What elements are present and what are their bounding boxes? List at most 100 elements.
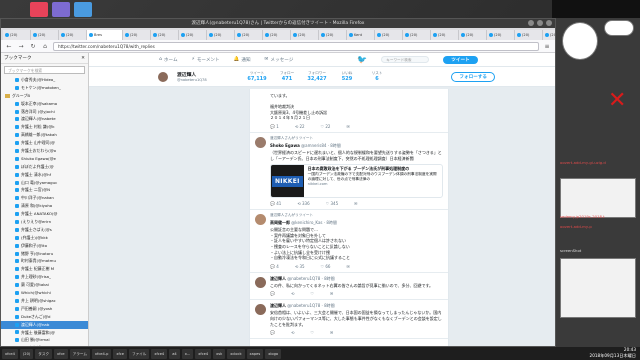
message-icon[interactable]: ✉ [354,201,357,206]
avatar[interactable] [255,304,266,316]
bookmark-item[interactable]: (弁護士)(@kkk [1,234,88,242]
browser-tab[interactable]: (20) [459,30,487,40]
bookmark-item[interactable]: 弁護士 山中理司(@ [1,139,88,147]
reply-button[interactable]: 💬 [270,291,275,296]
profile-stat[interactable]: フォロワー 32,427 [305,71,329,82]
taskbar-item[interactable]: ファイル [128,348,150,359]
forward-arrow-icon[interactable]: → [17,43,25,50]
window-titlebar[interactable]: 渡辺輝人(@nabeteru1Q78)さん | Twitterからの返信付きツイ… [1,19,555,28]
taskbar-item[interactable]: xclock [227,348,245,359]
tweet[interactable]: ています。 福井地裁判決 大飯原発3、4号機差し止め訴訟 ２０１４年５月２１日 💬… [250,89,448,133]
browser-tab[interactable]: (20) [235,30,263,40]
retweet-button[interactable]: ⟲ 22 [295,124,305,129]
browser-tab[interactable]: (20) [291,30,319,40]
bookmark-item[interactable]: 山田 勝(@trmal [1,336,88,344]
taskbar-item[interactable]: xapes [246,348,264,359]
url-bar[interactable]: https://twitter.com/nabeteru1Q78/with_re… [53,41,539,51]
bookmark-item[interactable]: (えりえり@erirn [1,218,88,226]
profile-stat[interactable]: いいね 529 [335,71,359,82]
nav-moments[interactable]: ⚡ モーメント [192,57,220,63]
like-button[interactable]: ♡ 22 [321,124,331,129]
browser-tab[interactable]: (20) [263,30,291,40]
profile-stat[interactable]: ツイート 67,119 [245,71,269,82]
avatar[interactable] [255,214,266,226]
bookmark-item[interactable]: 蘭 可愛(@takai [1,281,88,289]
terminal-icon[interactable] [74,2,92,17]
bookmark-item[interactable]: 伊藤和子(@ito [1,242,88,250]
bookmark-search-input[interactable]: ブックマークを検索 [4,66,85,74]
right-panel-link[interactable]: screenShot [556,248,640,253]
bookmark-item[interactable]: Dukeさんご(@d [1,313,88,321]
folder-icon[interactable] [30,2,48,17]
tweet-author[interactable]: 渡辺輝人 [270,276,286,281]
profile-stat[interactable]: リスト 6 [365,71,389,82]
follow-button[interactable]: フォローする [451,72,495,82]
retweet-button[interactable]: ⟲ 336 [297,201,309,206]
bookmark-item[interactable]: 小倉秀夫(@Hideo_ [1,76,88,84]
bookmark-item[interactable]: 弁護士 紀藤正樹 M [1,265,88,273]
browser-tab[interactable]: (20) [123,30,151,40]
twitter-search-input[interactable]: キーワード検索 [381,56,430,63]
browser-tab[interactable]: (20) [179,30,207,40]
right-panel-link[interactable]: oovert-add-my-p [556,224,640,229]
tweet-author[interactable]: Shoko Egawa [270,143,300,148]
taskbar-item[interactable]: (20) [19,348,34,359]
avatar[interactable] [255,136,266,148]
bookmark-item[interactable]: 弁護士 村松 謙(@k [1,123,88,131]
tweet[interactable]: 渡辺輝人さんがリツイート Shoko Egawa @amneris84 · 8時間… [250,133,448,211]
bookmark-item[interactable]: 弁護士 二宮(@N [1,186,88,194]
bookmark-item[interactable]: Which(@whichi [1,289,88,297]
message-icon[interactable]: ✉ [346,124,349,129]
bookmark-item[interactable]: 戸田善嗣 (@yosh [1,305,88,313]
taskbar-item[interactable]: アラーム [69,348,90,359]
bookmark-item[interactable]: 清原 和(@kiyoha [1,202,88,210]
home-icon[interactable]: ⌂ [41,43,49,50]
profile-stat[interactable]: フォロー 471 [275,71,299,82]
tweet-button[interactable]: ツイート [443,55,478,64]
reply-button[interactable]: 💬 [270,330,275,335]
browser-tab[interactable]: (20) [375,30,403,40]
tweet[interactable]: 渡辺輝人 @nabeteru1Q78 · 8時間 この件、私に向かってくるネット右… [250,273,448,301]
bookmark-item[interactable]: 渡辺輝人(@nabete [1,115,88,123]
bookmark-item[interactable]: 町村泰貴(@matmu [1,257,88,265]
browser-tab[interactable]: Kent [347,30,375,40]
bookmark-item[interactable]: 渡辺輝人(@nab [1,320,88,329]
taskbar-item[interactable]: xfce4 [151,348,168,359]
bookmark-item[interactable]: モトケン(@motoken_ [1,84,88,92]
taskbar-item[interactable]: タスク [35,348,53,359]
browser-tab[interactable]: (20) [207,30,235,40]
profile-name[interactable]: 渡辺輝人 @nabeteru1Q78 [177,71,237,82]
back-arrow-icon[interactable]: ← [5,43,13,50]
tweet-author[interactable]: 渡辺輝人 [270,303,286,308]
taskbar-item[interactable]: xsk [213,348,226,359]
bookmark-item[interactable]: 高橋雄一郎(@takah [1,131,88,139]
message-icon[interactable]: ✉ [330,291,333,296]
browser-tab[interactable]: (20) [487,30,515,40]
bookmark-item[interactable]: 山口 竜(@yamaguc [1,179,88,187]
close-button[interactable] [546,20,552,26]
browser-tab[interactable]: (20) [151,30,179,40]
tweet[interactable]: 渡辺輝人 @nabeteru1Q78 · 8時間 安倍首相は、いよいよ、三大会と開… [250,300,448,340]
link-card[interactable]: NIKKEI 日本の腐敗政治を下がる ブーデン法氏が刑事処理制度の 一国内ブーデン法… [270,164,443,199]
bookmark-item[interactable]: 井上 耕明(@shigac [1,297,88,305]
like-button[interactable]: ♡ [310,330,314,335]
reply-button[interactable]: 💬 1 [270,124,279,129]
taskbar-clock[interactable]: 20:43 2018年09月13日木曜日 [590,347,636,358]
message-icon[interactable]: ✉ [330,330,333,335]
taskbar-item[interactable]: xfce4 [2,348,18,359]
retweet-button[interactable]: ⟲ [291,291,294,296]
bookmark-item[interactable]: 坂本正幸(@sakamo [1,100,88,108]
tweet[interactable]: 渡辺輝人さんがリツイート 高岡健一郎 @kenichiro_Kas · 8時間 公開… [250,210,448,273]
browser-tab[interactable]: (20) [59,30,87,40]
browser-tab[interactable]: Bres [87,30,123,40]
bookmark-item[interactable]: 中川洋子(@nakan [1,194,88,202]
bookmark-item[interactable]: 猪野 亨(@inotoru [1,250,88,258]
bookmark-item[interactable]: 弁護士 後藤富和(@ [1,329,88,337]
reply-button[interactable]: 💬 41 [270,201,281,206]
like-button[interactable]: ♡ [310,291,314,296]
bookmark-folder[interactable]: グループB [1,92,88,100]
browser-tab[interactable]: (20) [403,30,431,40]
minimize-button[interactable] [528,20,534,26]
nav-messages[interactable]: ✉ メッセージ [265,57,294,63]
bookmark-item[interactable]: 弁護士さばえ(@s [1,226,88,234]
